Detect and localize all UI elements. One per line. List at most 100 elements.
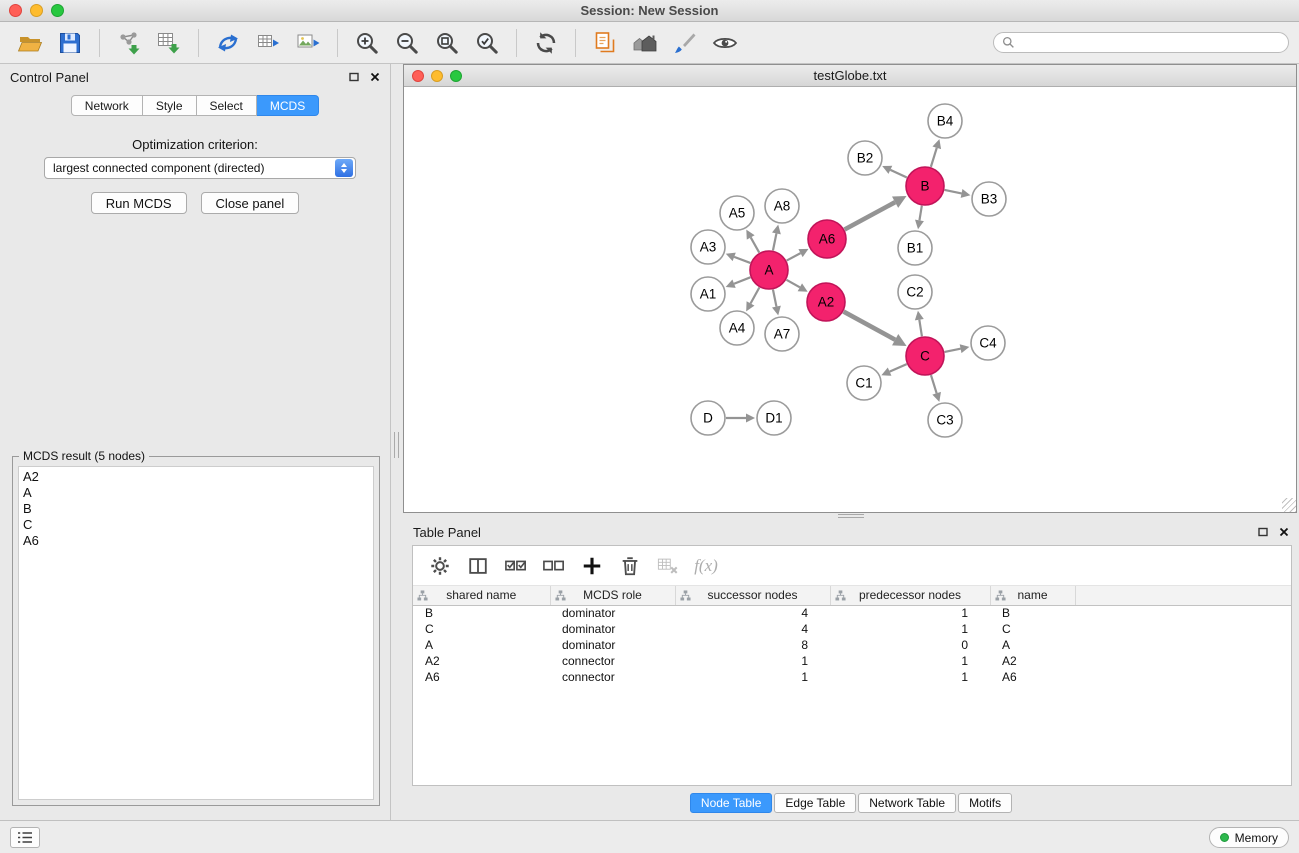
import-network-icon[interactable] [109,25,149,61]
graph-node-A1[interactable]: A1 [691,277,725,311]
layout-network-icon[interactable] [208,25,248,61]
search-input[interactable] [1020,36,1280,50]
run-mcds-button[interactable]: Run MCDS [91,192,187,214]
graph-node-D[interactable]: D [691,401,725,435]
mcds-result-item[interactable]: C [23,517,369,533]
panel-list-button[interactable] [10,827,40,848]
graph-edge-A-A6[interactable] [787,249,809,261]
eye-icon[interactable] [705,25,745,61]
graph-edge-A-A3[interactable] [726,253,751,263]
graph-node-A5[interactable]: A5 [720,196,754,230]
column-header-MCDS-role[interactable]: MCDS role [550,586,675,605]
graph-node-A4[interactable]: A4 [720,311,754,345]
add-row-icon[interactable] [577,550,607,582]
mcds-result-item[interactable]: A [23,485,369,501]
graph-node-B2[interactable]: B2 [848,141,882,175]
close-panel-icon[interactable] [370,72,380,82]
select-all-icon[interactable] [501,550,531,582]
tab-network[interactable]: Network [71,95,143,116]
graph-edge-B-B3[interactable] [945,189,971,198]
graph-node-C3[interactable]: C3 [928,403,962,437]
table-cell[interactable]: C [990,621,1075,637]
export-image-icon[interactable] [288,25,328,61]
column-header-successor-nodes[interactable]: successor nodes [675,586,830,605]
resize-grip-icon[interactable] [1282,498,1296,512]
table-cell[interactable]: A2 [990,653,1075,669]
criterion-dropdown[interactable]: largest connected component (directed) [44,157,356,179]
table-cell[interactable]: A [990,637,1075,653]
graph-node-A8[interactable]: A8 [765,189,799,223]
table-cell[interactable]: B [413,605,550,621]
zoom-network-button[interactable] [450,70,462,82]
graph-edge-B-B4[interactable] [931,139,941,167]
table-row[interactable]: Bdominator41B [413,605,1291,621]
column-header-shared-name[interactable]: shared name [413,586,550,605]
open-folder-icon[interactable] [10,25,50,61]
graph-node-C4[interactable]: C4 [971,326,1005,360]
table-row[interactable]: Adominator80A [413,637,1291,653]
zoom-in-icon[interactable] [347,25,387,61]
refresh-icon[interactable] [526,25,566,61]
graph-node-C1[interactable]: C1 [847,366,881,400]
tab-edge-table[interactable]: Edge Table [774,793,856,813]
graph-node-B3[interactable]: B3 [972,182,1006,216]
minimize-window-button[interactable] [30,4,43,17]
close-window-button[interactable] [9,4,22,17]
zoom-window-button[interactable] [51,4,64,17]
home-icon[interactable] [625,25,665,61]
tab-select[interactable]: Select [197,95,257,116]
table-cell[interactable]: dominator [550,605,675,621]
table-cell[interactable]: dominator [550,637,675,653]
table-row[interactable]: A2connector11A2 [413,653,1291,669]
table-cell[interactable]: 1 [830,669,990,685]
table-cell[interactable]: 1 [830,621,990,637]
minimize-network-button[interactable] [431,70,443,82]
copy-document-icon[interactable] [585,25,625,61]
graph-edge-A-A4[interactable] [746,288,759,312]
columns-icon[interactable] [463,550,493,582]
graph-node-B[interactable]: B [906,167,944,205]
table-cell[interactable]: C [413,621,550,637]
tab-mcds[interactable]: MCDS [257,95,319,116]
graph-edge-D-D1[interactable] [726,414,755,423]
table-cell[interactable]: 1 [830,605,990,621]
network-graph[interactable]: B4B2BB3A5A8A6A3B1AC2A1A2A4A7C4CC1DD1C3 [404,87,1296,512]
mcds-result-item[interactable]: B [23,501,369,517]
zoom-out-icon[interactable] [387,25,427,61]
table-cell[interactable]: A [413,637,550,653]
table-row[interactable]: Cdominator41C [413,621,1291,637]
export-table-icon[interactable] [248,25,288,61]
tab-network-table[interactable]: Network Table [858,793,956,813]
graph-edge-C-C3[interactable] [931,375,941,402]
float-panel-icon[interactable] [349,72,359,82]
mcds-result-item[interactable]: A2 [23,469,369,485]
delete-row-icon[interactable] [615,550,645,582]
table-cell[interactable]: 1 [675,653,830,669]
zoom-selected-icon[interactable] [467,25,507,61]
table-row[interactable]: A6connector11A6 [413,669,1291,685]
deselect-all-icon[interactable] [539,550,569,582]
table-cell[interactable]: 1 [675,669,830,685]
search-field[interactable] [993,32,1289,53]
column-header-name[interactable]: name [990,586,1075,605]
table-cell[interactable]: A6 [413,669,550,685]
graph-edge-A2-C[interactable] [844,312,907,346]
table-cell[interactable]: dominator [550,621,675,637]
graph-node-A3[interactable]: A3 [691,230,725,264]
table-cell[interactable]: B [990,605,1075,621]
graph-node-D1[interactable]: D1 [757,401,791,435]
tab-motifs[interactable]: Motifs [958,793,1012,813]
graph-node-C[interactable]: C [906,337,944,375]
graph-edge-B-B2[interactable] [882,166,907,178]
table-cell[interactable]: 4 [675,621,830,637]
graph-edge-C-C2[interactable] [915,311,924,336]
graph-edge-A-A5[interactable] [746,230,759,253]
table-cell[interactable]: A6 [990,669,1075,685]
mcds-result-item[interactable]: A6 [23,533,369,549]
table-cell[interactable]: 4 [675,605,830,621]
table-cell[interactable]: A2 [413,653,550,669]
tab-node-table[interactable]: Node Table [690,793,773,813]
float-panel-icon[interactable] [1258,527,1268,537]
import-table-icon[interactable] [149,25,189,61]
graph-node-B4[interactable]: B4 [928,104,962,138]
